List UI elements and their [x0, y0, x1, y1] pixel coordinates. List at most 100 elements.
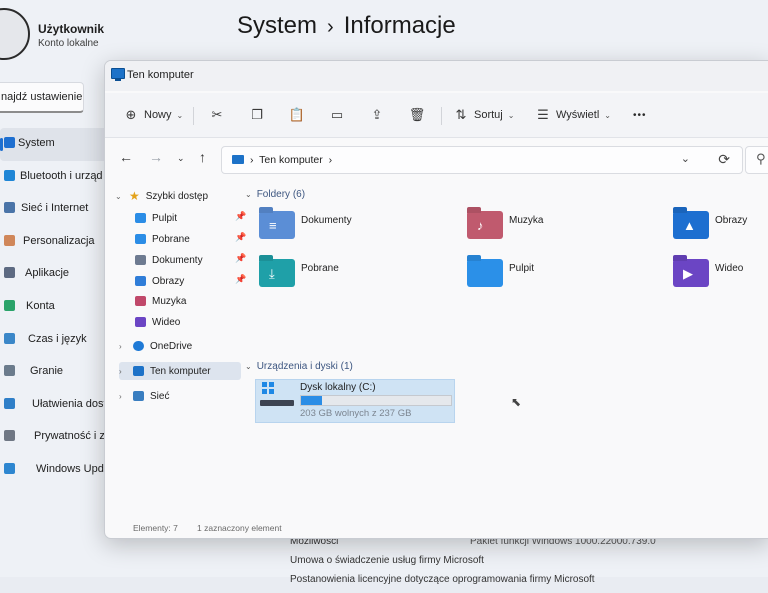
settings-nav-item[interactable]: Granie — [0, 356, 118, 389]
search-input[interactable]: ⚲ — [745, 146, 768, 174]
navigation-pane: ⌄ ★ Szybki dostęp Pulpit 📌 Pobrane 📌 Dokumen… — [105, 181, 246, 521]
collapse-chevron-icon: ⌄ — [115, 191, 122, 201]
settings-nav-icon — [4, 137, 15, 148]
user-avatar[interactable] — [0, 8, 30, 60]
delete-button[interactable]: 🗑 — [408, 104, 426, 126]
nav-pinned-item[interactable]: Obrazy 📌 — [135, 272, 246, 290]
sort-button[interactable]: ⇅ Sortuj ⌄ — [453, 104, 515, 126]
breadcrumb[interactable]: › Ten komputer › — [250, 154, 332, 166]
nav-pinned-item[interactable]: Pulpit 📌 — [135, 209, 246, 227]
settings-nav-icon — [4, 267, 15, 279]
settings-search-input[interactable]: najdź ustawienie — [0, 82, 84, 113]
nav-pinned-item[interactable]: Dokumenty 📌 — [135, 251, 246, 269]
breadcrumb-this-pc[interactable]: Ten komputer — [259, 154, 323, 166]
folder-item[interactable]: ≡ Dokumenty — [259, 209, 409, 249]
cloud-icon — [133, 341, 144, 351]
view-label: Wyświetl — [556, 109, 600, 121]
settings-nav-item[interactable]: System — [0, 128, 118, 161]
folder-label: Muzyka — [509, 215, 544, 226]
back-arrow-icon[interactable]: ← — [119, 149, 133, 165]
chevron-down-icon: ⌄ — [507, 110, 515, 120]
folder-item[interactable]: ♪ Muzyka — [467, 209, 617, 249]
settings-nav-icon — [4, 202, 15, 214]
nav-network-label: Sieć — [150, 390, 170, 402]
copy-button[interactable]: ❐ — [249, 104, 265, 126]
settings-nav-item[interactable]: Konta — [0, 291, 118, 324]
expand-chevron-icon: › — [119, 341, 122, 351]
settings-nav-label: System — [18, 137, 55, 149]
status-bar: Elementy: 7 1 zaznaczony element — [105, 523, 768, 537]
folder-icon: ≡ — [259, 211, 295, 239]
window-title: Ten komputer — [127, 69, 194, 81]
rename-button[interactable]: ▭ — [329, 104, 345, 126]
settings-nav-label: Konta — [26, 299, 55, 312]
service-agreement-link[interactable]: Umowa o świadczenie usług firmy Microsof… — [290, 555, 595, 574]
title-bar[interactable]: Ten komputer — [105, 61, 768, 91]
trash-icon: 🗑 — [408, 107, 426, 122]
settings-nav-item[interactable]: Czas i język — [0, 324, 118, 357]
settings-nav-label: Czas i język — [28, 332, 87, 345]
clipboard-icon: 📋 — [288, 107, 306, 122]
folder-icon: ⤓ — [259, 259, 295, 287]
rename-icon: ▭ — [330, 107, 344, 122]
new-button[interactable]: ⊕ Nowy ⌄ — [123, 104, 184, 126]
new-label: Nowy — [144, 109, 172, 121]
address-history-chevron-icon[interactable]: ⌄ — [681, 152, 690, 165]
nav-quick-access[interactable]: ⌄ ★ Szybki dostęp — [115, 187, 208, 205]
drive-local-c[interactable]: Dysk lokalny (C:) 203 GB wolnych z 237 G… — [255, 379, 455, 423]
search-icon: ⚲ — [756, 151, 766, 166]
forward-arrow-icon[interactable]: → — [149, 149, 163, 165]
address-bar[interactable]: › Ten komputer › ⌄ ⟳ — [221, 146, 743, 174]
settings-nav-item[interactable]: Prywatność i zabe — [0, 421, 123, 454]
folder-label: Pobrane — [301, 263, 339, 274]
folder-item[interactable]: ▲ Obrazy — [673, 209, 768, 249]
settings-nav-item[interactable]: Aplikacje — [0, 258, 118, 291]
drive-usage-bar — [300, 395, 452, 406]
sort-icon: ⇅ — [455, 107, 467, 122]
toolbar-divider — [193, 107, 194, 125]
nav-this-pc[interactable]: › Ten komputer — [119, 362, 241, 380]
share-button[interactable]: ⇪ — [369, 104, 385, 126]
cut-button[interactable]: ✂ — [209, 104, 225, 126]
plus-circle-icon: ⊕ — [125, 107, 137, 122]
nav-pinned-item[interactable]: Pobrane 📌 — [135, 230, 246, 248]
user-account-type: Konto lokalne — [38, 38, 99, 49]
folder-item[interactable]: Pulpit — [467, 257, 617, 297]
folder-label: Wideo — [715, 263, 744, 274]
computer-icon — [232, 155, 244, 164]
folder-glyph-icon: ≡ — [269, 218, 277, 233]
folder-icon — [135, 213, 146, 223]
more-options-button[interactable]: ••• — [633, 104, 647, 126]
up-arrow-icon[interactable]: ↑ — [199, 149, 206, 165]
settings-nav-label: Sieć i Internet — [21, 202, 89, 215]
nav-pinned-label: Pulpit — [152, 212, 178, 224]
folder-item[interactable]: ⤓ Pobrane — [259, 257, 409, 297]
star-icon: ★ — [129, 189, 140, 203]
settings-nav-icon — [4, 397, 15, 409]
settings-nav-item[interactable]: Ułatwienia dostęp — [0, 389, 119, 422]
folder-item[interactable]: ▶ Wideo — [673, 257, 768, 297]
view-button[interactable]: ☰ Wyświetl ⌄ — [535, 104, 611, 126]
nav-pinned-label: Obrazy — [152, 275, 185, 287]
command-bar: ⊕ Nowy ⌄ ✂ ❐ 📋 ▭ ⇪ 🗑 ⇅ Sortuj ⌄ ☰ Wyświe… — [105, 93, 768, 138]
folder-glyph-icon: ▲ — [683, 218, 696, 233]
settings-nav-icon — [4, 365, 15, 377]
refresh-icon[interactable]: ⟳ — [718, 151, 730, 168]
nav-network[interactable]: › Sieć — [119, 387, 169, 405]
nav-library-item[interactable]: Muzyka — [135, 292, 186, 310]
paste-button[interactable]: 📋 — [289, 104, 305, 126]
settings-nav-item[interactable]: Bluetooth i urząd — [0, 161, 118, 194]
breadcrumb-sep: › — [328, 154, 333, 166]
settings-nav-item[interactable]: Sieć i Internet — [0, 193, 118, 226]
devices-group-header[interactable]: ⌄ Urządzenia i dyski (1) — [245, 361, 353, 372]
drive-name: Dysk lokalny (C:) — [300, 382, 376, 393]
settings-nav-icon — [4, 234, 15, 246]
nav-library-item[interactable]: Wideo — [135, 313, 180, 331]
settings-nav-item[interactable]: Personalizacja — [0, 226, 118, 259]
recent-chevron-icon[interactable]: ⌄ — [177, 153, 185, 164]
folders-group-header[interactable]: ⌄ Foldery (6) — [245, 189, 305, 200]
collapse-chevron-icon: ⌄ — [245, 362, 252, 371]
breadcrumb-sep: › — [250, 154, 254, 166]
nav-onedrive[interactable]: › OneDrive — [119, 337, 192, 355]
settings-nav-item[interactable]: Windows Update — [0, 454, 119, 487]
